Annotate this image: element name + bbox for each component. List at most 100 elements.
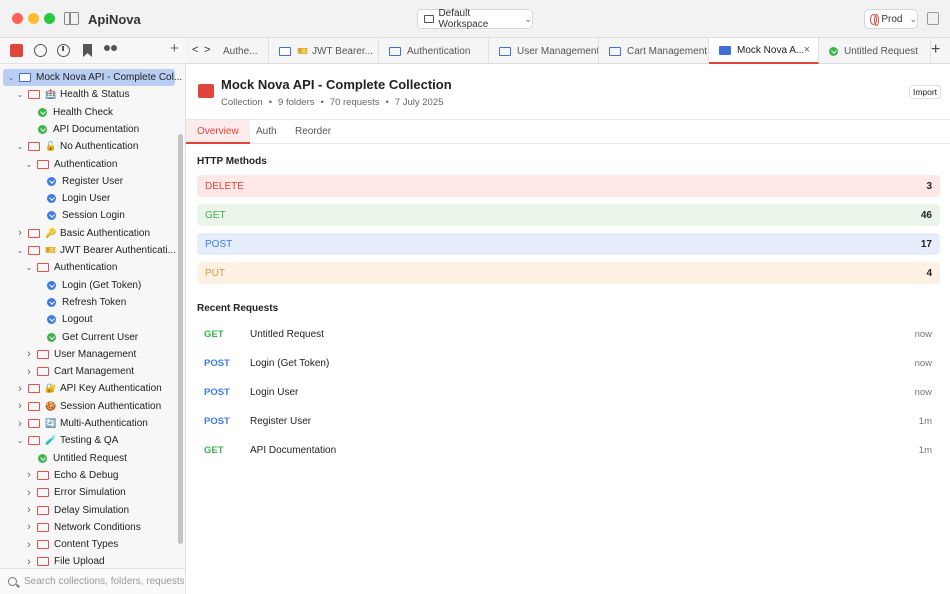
chevron-right-icon[interactable]: › — [24, 348, 34, 360]
recent-request-row[interactable]: POST Login User now — [197, 382, 940, 402]
history-icon[interactable] — [57, 44, 70, 57]
tree-item[interactable]: › Network Conditions — [0, 519, 176, 536]
tree-item-label: Cart Management — [54, 366, 135, 378]
tree-item[interactable]: › Error Simulation — [0, 484, 176, 501]
tree-item[interactable]: › Delay Simulation — [0, 502, 176, 519]
minimize-window-button[interactable] — [28, 13, 39, 24]
chevron-right-icon[interactable]: › — [15, 383, 25, 395]
request-tab[interactable]: Mock Nova A... × — [709, 38, 819, 64]
chevron-right-icon[interactable]: › — [15, 227, 25, 239]
tree-item[interactable]: › Echo & Debug — [0, 467, 176, 484]
request-tab[interactable]: 🎫 JWT Bearer... — [269, 38, 379, 64]
tree-item[interactable]: ⌄ 🎫 JWT Bearer Authenticati... — [0, 242, 176, 259]
tab-reorder[interactable]: Reorder — [295, 120, 331, 144]
chevron-down-icon[interactable]: ⌄ — [15, 142, 25, 151]
chevron-down-icon[interactable]: ⌄ — [24, 160, 34, 169]
chevron-right-icon[interactable]: › — [24, 487, 34, 499]
tree-item-label: Echo & Debug — [54, 469, 119, 481]
chevron-down-icon[interactable]: ⌄ — [15, 436, 25, 445]
tree-item[interactable]: Untitled Request — [0, 450, 176, 467]
chevron-right-icon[interactable]: › — [24, 504, 34, 516]
sidebar-toggle-icon[interactable] — [64, 12, 79, 25]
chevron-right-icon[interactable]: › — [24, 469, 34, 481]
recent-name: Login (Get Token) — [250, 357, 330, 369]
request-tab[interactable]: Authentication — [379, 38, 489, 64]
tree-item-label: File Upload — [54, 556, 105, 568]
tree-item[interactable]: ⌄ 🔓 No Authentication — [0, 138, 176, 155]
tree-item[interactable]: › Cart Management — [0, 363, 176, 380]
chevron-right-icon[interactable]: › — [24, 556, 34, 568]
workspace-selector[interactable]: Default Workspace ⌄ — [417, 8, 533, 30]
chevron-right-icon[interactable]: › — [24, 521, 34, 533]
method-count: 17 — [920, 238, 932, 250]
tree-item[interactable]: › File Upload — [0, 553, 176, 568]
close-icon[interactable]: × — [804, 44, 810, 56]
tree-item[interactable]: ⌄ Authentication — [0, 259, 176, 276]
chevron-right-icon[interactable]: › — [15, 418, 25, 430]
zoom-window-button[interactable] — [44, 13, 55, 24]
method-count: 3 — [926, 180, 932, 192]
collection-overview: Mock Nova API - Complete Collection Coll… — [186, 64, 950, 594]
tree-item[interactable]: ⌄ 🧪 Testing & QA — [0, 432, 176, 449]
tree-item[interactable]: ⌄ Authentication — [0, 156, 176, 173]
get-method-icon — [47, 332, 56, 342]
recent-request-row[interactable]: POST Login (Get Token) now — [197, 353, 940, 373]
back-arrow-icon[interactable]: < — [192, 44, 198, 56]
tree-item[interactable]: Get Current User — [0, 329, 176, 346]
tree-item-label: Content Types — [54, 539, 119, 551]
chevron-down-icon[interactable]: ⌄ — [6, 73, 16, 82]
request-tab[interactable]: Authe... — [213, 38, 269, 64]
tree-item[interactable]: › 🔑 Basic Authentication — [0, 225, 176, 242]
tree-item[interactable]: Logout — [0, 311, 176, 328]
chevron-right-icon[interactable]: › — [15, 400, 25, 412]
http-method-row: DELETE 3 — [197, 175, 940, 197]
recent-request-row[interactable]: GET Untitled Request now — [197, 324, 940, 344]
add-icon[interactable]: + — [170, 41, 183, 56]
tree-item[interactable]: Register User — [0, 173, 176, 190]
close-window-button[interactable] — [12, 13, 23, 24]
tree-item-label: API Documentation — [53, 123, 140, 135]
tree-item[interactable]: Login User — [0, 190, 176, 207]
tree-item[interactable]: API Documentation — [0, 121, 176, 138]
tree-item[interactable]: › 🔐 API Key Authentication — [0, 380, 176, 397]
tree-item[interactable]: Login (Get Token) — [0, 277, 176, 294]
forward-arrow-icon[interactable]: > — [204, 44, 210, 56]
tree-item-label: Health & Status — [60, 89, 130, 101]
tree-item[interactable]: › Content Types — [0, 536, 176, 553]
tree-item[interactable]: Health Check — [0, 104, 176, 121]
tree-item[interactable]: ⌄ Mock Nova API - Complete Col... — [3, 69, 182, 86]
recent-request-row[interactable]: POST Register User 1m — [197, 411, 940, 431]
environment-selector[interactable]: Prod ⌄ — [864, 9, 918, 29]
tab-overview[interactable]: Overview — [186, 120, 250, 144]
chevron-down-icon[interactable]: ⌄ — [15, 90, 25, 99]
chevron-down-icon[interactable]: ⌄ — [24, 263, 34, 272]
request-tab[interactable]: User Management — [489, 38, 599, 64]
chevron-right-icon[interactable]: › — [24, 366, 34, 378]
tree-item[interactable]: › User Management — [0, 346, 176, 363]
team-icon[interactable] — [104, 44, 118, 57]
request-tab[interactable]: Cart Management — [599, 38, 709, 64]
new-tab-button[interactable]: + — [931, 41, 940, 59]
collections-icon[interactable] — [10, 44, 23, 57]
recent-request-row[interactable]: GET API Documentation 1m — [197, 440, 940, 460]
inbox-icon[interactable] — [927, 12, 939, 25]
tree-item[interactable]: › 🔄 Multi-Authentication — [0, 415, 176, 432]
folder-emoji-icon: 🔐 — [45, 383, 57, 394]
import-button[interactable]: Import — [909, 85, 941, 99]
tab-auth[interactable]: Auth — [256, 120, 277, 144]
folder-icon — [28, 419, 40, 428]
tree-item[interactable]: Refresh Token — [0, 294, 176, 311]
tree-item[interactable]: ⌄ 🏥 Health & Status — [0, 86, 176, 103]
tree-item[interactable]: Session Login — [0, 207, 176, 224]
sidebar-scrollbar[interactable] — [178, 134, 183, 544]
get-method-icon — [38, 107, 47, 117]
post-method-icon — [47, 297, 56, 307]
bookmark-icon[interactable] — [83, 44, 92, 57]
environments-icon[interactable] — [34, 44, 47, 57]
tree-item[interactable]: › 🍪 Session Authentication — [0, 398, 176, 415]
search-input[interactable] — [24, 576, 184, 587]
chevron-right-icon[interactable]: › — [24, 539, 34, 551]
sidebar-toolbar: + — [0, 38, 186, 64]
chevron-down-icon[interactable]: ⌄ — [15, 246, 25, 255]
request-tab[interactable]: Untitled Request — [819, 38, 931, 64]
